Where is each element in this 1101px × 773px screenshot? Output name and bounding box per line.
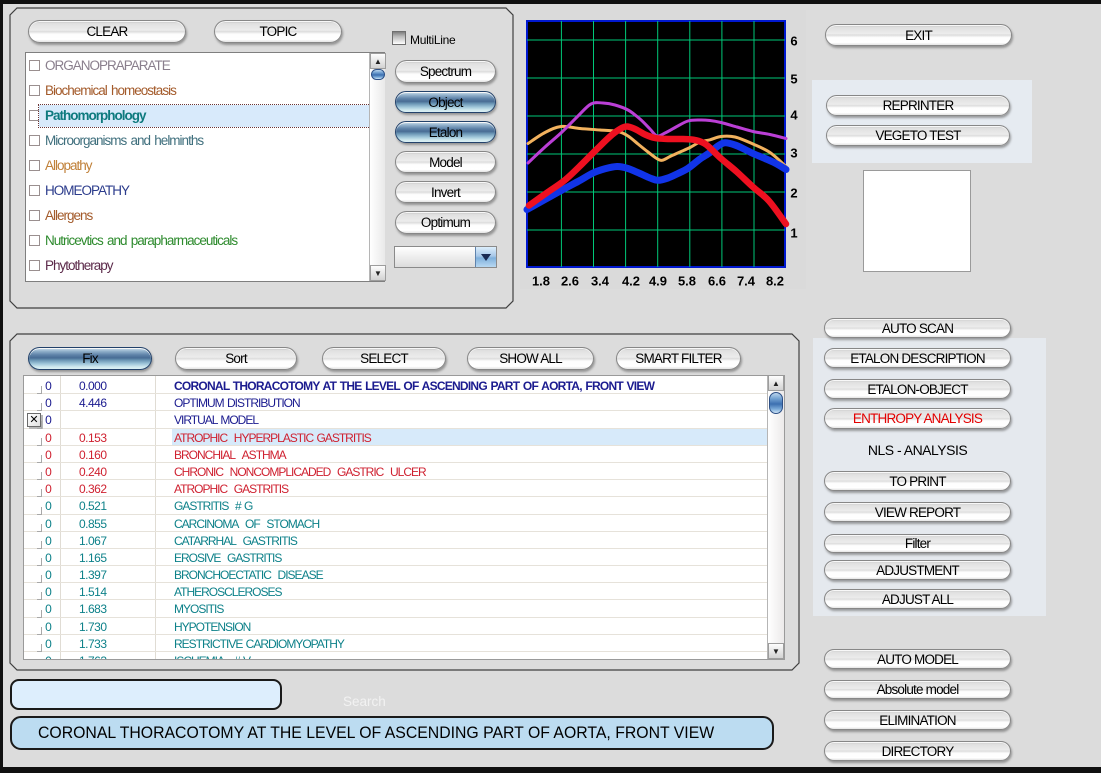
svg-text:5: 5 — [790, 72, 797, 87]
svg-text:2: 2 — [790, 186, 797, 201]
svg-text:6.6: 6.6 — [708, 274, 726, 289]
svg-text:2.6: 2.6 — [561, 274, 579, 289]
svg-text:7.4: 7.4 — [737, 274, 756, 289]
svg-text:3.4: 3.4 — [591, 274, 610, 289]
svg-text:4.2: 4.2 — [622, 274, 640, 289]
svg-text:8.2: 8.2 — [766, 274, 784, 289]
svg-text:4.9: 4.9 — [649, 274, 667, 289]
svg-text:6: 6 — [790, 34, 797, 49]
svg-text:3: 3 — [790, 146, 797, 161]
svg-text:5.8: 5.8 — [678, 274, 696, 289]
svg-text:1.8: 1.8 — [532, 274, 550, 289]
svg-text:1: 1 — [790, 226, 797, 241]
svg-text:4: 4 — [790, 108, 798, 123]
